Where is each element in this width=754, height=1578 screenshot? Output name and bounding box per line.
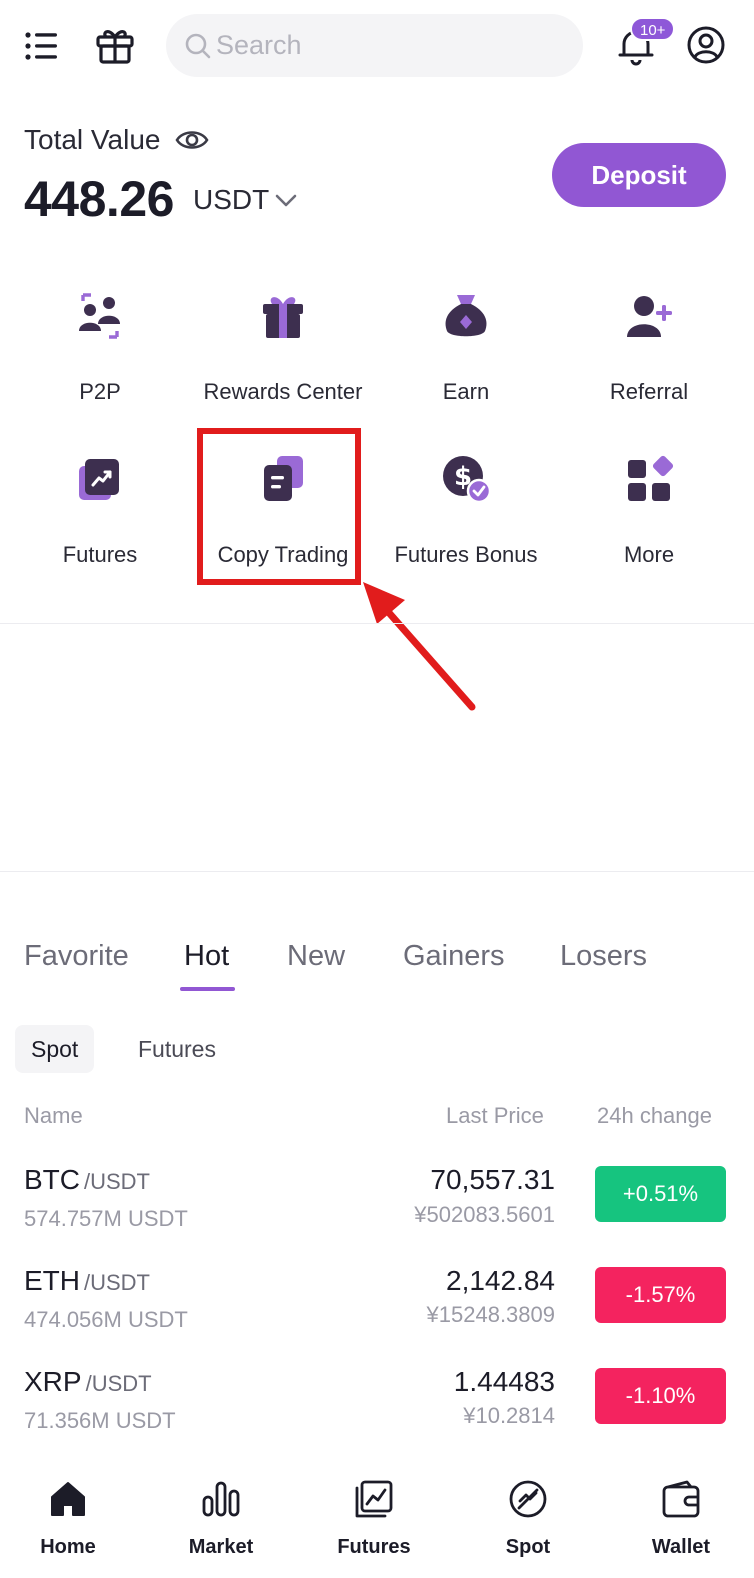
eye-icon[interactable] [175,124,209,156]
gift-box-icon [258,291,308,341]
money-bag-icon [441,291,491,341]
nav-home[interactable]: Home [8,1465,128,1578]
futures-chart-icon [75,454,125,504]
grid-apps-icon [624,454,674,504]
shortcut-label: P2P [79,379,121,404]
base-asset: XRP [24,1366,82,1397]
total-value-label: Total Value [24,124,161,155]
search-input[interactable] [216,14,556,77]
last-price: 1.44483 [453,1366,555,1397]
nav-spot[interactable]: Spot [468,1465,588,1578]
price-cny: ¥502083.5601 [414,1202,555,1227]
shortcut-futures[interactable]: Futures [8,454,192,594]
tab-favorite[interactable]: Favorite [24,940,129,973]
top-bar: 10+ [0,0,754,92]
subtab-futures[interactable]: Futures [122,1025,232,1073]
shortcut-more[interactable]: More [557,454,741,594]
deposit-button[interactable]: Deposit [552,143,726,207]
pair-volume: 71.356M USDT [24,1408,176,1433]
pair-volume: 474.056M USDT [24,1307,188,1332]
change-badge[interactable]: -1.57% [595,1267,726,1323]
nav-label: Home [40,1536,96,1558]
notification-badge: 10+ [630,17,676,41]
column-header-name: Name [24,1103,83,1128]
change-badge[interactable]: -1.10% [595,1368,726,1424]
add-user-icon [624,291,674,341]
pair-symbol: ETH/USDT [24,1265,150,1297]
tab-losers[interactable]: Losers [560,940,647,973]
section-divider [0,623,754,624]
active-tab-indicator [180,987,235,991]
shortcut-label: Rewards Center [203,379,363,404]
shortcut-label: Futures Bonus [394,542,538,567]
total-value-amount: 448.26 [24,171,174,227]
spot-icon [508,1479,548,1519]
shortcut-label: Referral [609,379,689,404]
quote-asset: /USDT [85,1371,152,1396]
wallet-icon [661,1479,701,1519]
shortcut-earn[interactable]: Earn [374,291,558,431]
bar-chart-icon [201,1479,241,1519]
shortcut-label: Futures [62,542,138,567]
line-chart-icon [354,1479,394,1519]
nav-label: Spot [505,1536,551,1558]
tab-hot[interactable]: Hot [184,940,229,973]
quote-asset: /USDT [84,1270,150,1295]
shortcut-label: More [623,542,675,567]
shortcut-rewards-center[interactable]: Rewards Center [191,291,375,431]
user-profile-icon[interactable] [686,25,726,65]
annotation-highlight-box [197,428,361,585]
nav-label: Market [188,1536,254,1558]
last-price: 70,557.31 [430,1164,555,1195]
base-asset: BTC [24,1164,80,1195]
search-bar[interactable] [166,14,583,77]
dollar-check-icon: $ [441,454,492,504]
bottom-navigation: Home Market Futures Spot Wallet [0,1465,754,1578]
nav-label: Futures [337,1536,411,1558]
section-divider [0,871,754,872]
nav-label: Wallet [651,1536,711,1558]
currency-selector[interactable]: USDT [193,184,269,216]
tab-new[interactable]: New [287,940,345,973]
annotation-arrow [363,582,476,711]
subtab-spot[interactable]: Spot [15,1025,95,1073]
shortcut-p2p[interactable]: P2P [8,291,192,431]
home-icon [48,1479,88,1519]
tab-gainers[interactable]: Gainers [403,940,505,973]
nav-futures[interactable]: Futures [314,1465,434,1578]
nav-market[interactable]: Market [161,1465,281,1578]
price-cny: ¥10.2814 [463,1403,555,1428]
search-icon [184,32,212,60]
change-badge[interactable]: +0.51% [595,1166,726,1222]
column-header-24h-change: 24h change [597,1103,712,1128]
nav-wallet[interactable]: Wallet [621,1465,741,1578]
gift-icon[interactable] [94,24,136,66]
pair-symbol: XRP/USDT [24,1366,152,1398]
menu-icon[interactable] [22,26,62,66]
pair-volume: 574.757M USDT [24,1206,188,1231]
shortcut-futures-bonus[interactable]: $ Futures Bonus [374,454,558,594]
column-header-last-price: Last Price [446,1103,544,1128]
p2p-icon [75,291,125,341]
chevron-down-icon[interactable] [273,187,299,213]
base-asset: ETH [24,1265,80,1296]
shortcut-label: Earn [442,379,490,404]
price-cny: ¥15248.3809 [426,1302,555,1327]
pair-symbol: BTC/USDT [24,1164,150,1196]
last-price: 2,142.84 [446,1265,555,1296]
shortcut-referral[interactable]: Referral [557,291,741,431]
quote-asset: /USDT [84,1169,150,1194]
